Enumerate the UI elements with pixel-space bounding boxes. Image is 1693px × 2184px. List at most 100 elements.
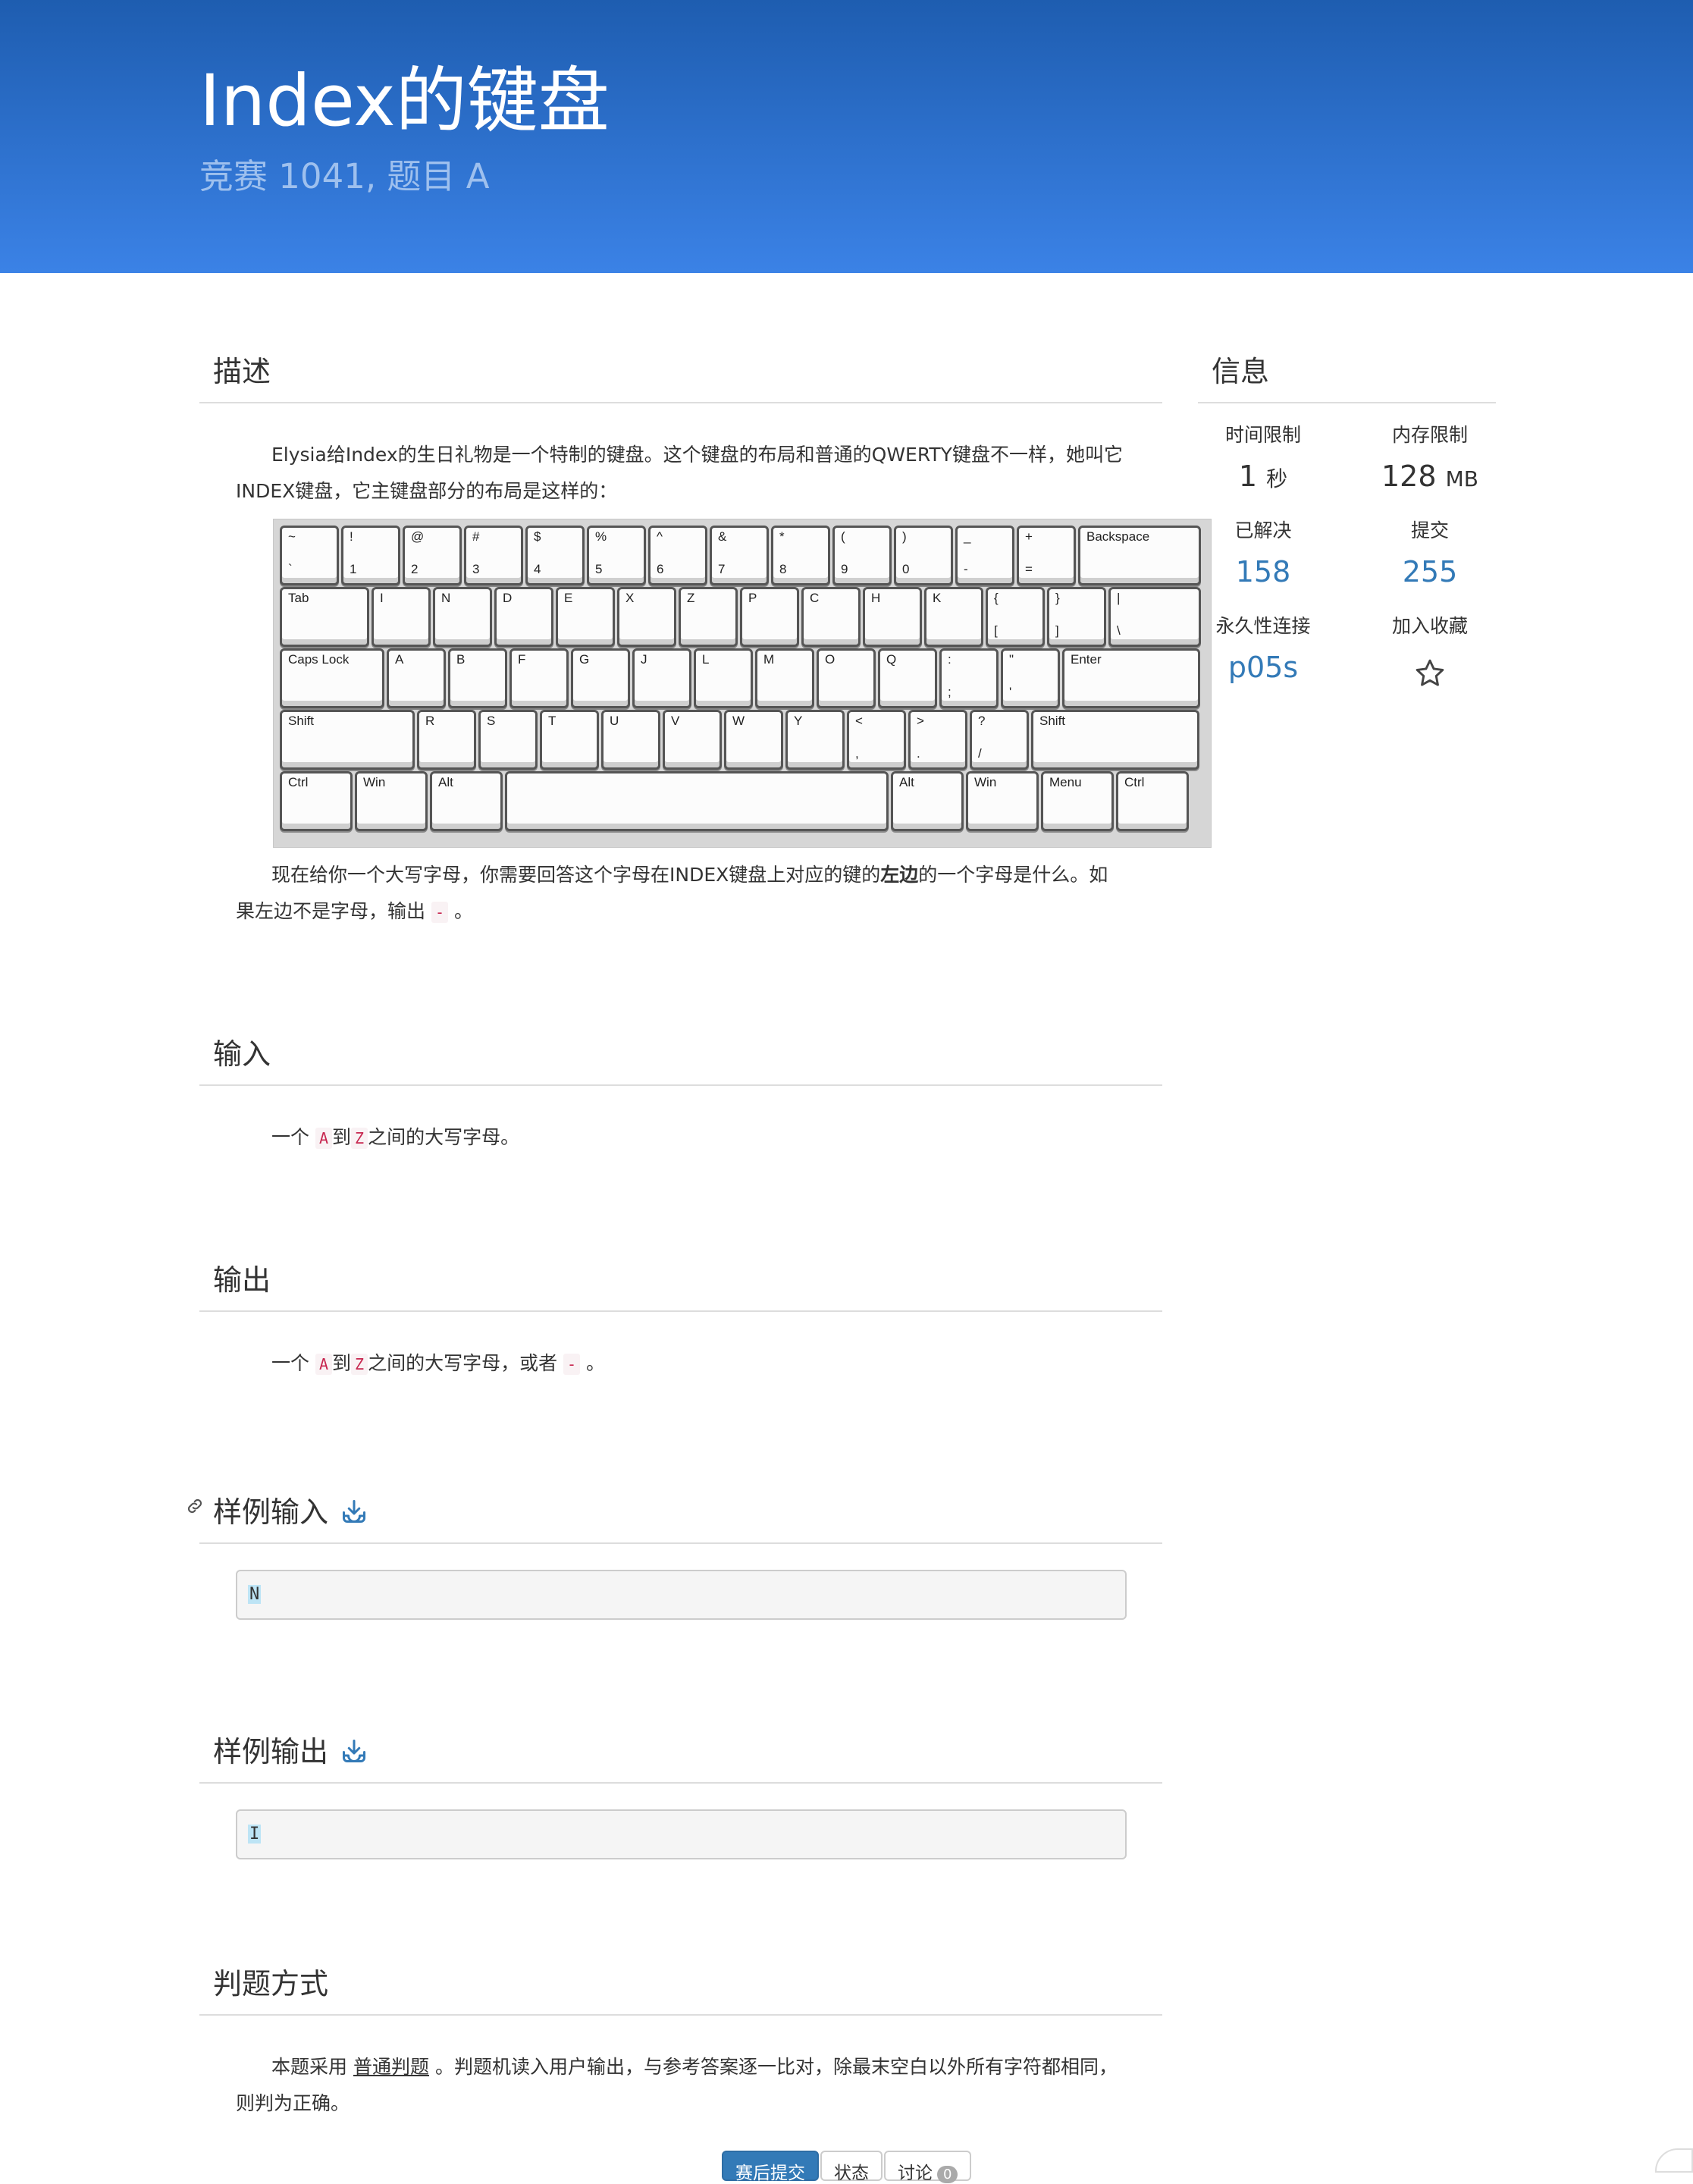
keyboard-key: L xyxy=(694,648,753,708)
permalink-link[interactable]: p05s xyxy=(1187,651,1339,684)
keyboard-key: Alt xyxy=(891,771,964,831)
section-title-text: 样例输入 xyxy=(213,1495,329,1529)
key-top-label: Shift xyxy=(1039,714,1066,728)
keyboard-key: ~ ` xyxy=(280,526,339,585)
key-top-label: F xyxy=(518,652,526,667)
keyboard-key: V xyxy=(663,710,722,770)
keyboard-key xyxy=(505,771,889,831)
key-bottom-label: 2 xyxy=(411,562,419,576)
output-text: 到 xyxy=(332,1352,352,1374)
key-bottom-label: 6 xyxy=(657,562,664,576)
key-bottom-label: 9 xyxy=(841,562,848,576)
keyboard-key: D xyxy=(494,587,553,647)
key-bottom-label: ` xyxy=(288,562,293,576)
key-top-label: H xyxy=(871,591,881,605)
section-title: 样例输入 xyxy=(213,1489,368,1530)
download-icon[interactable] xyxy=(340,1737,368,1765)
key-top-label: W xyxy=(732,714,745,728)
time-limit-label: 时间限制 xyxy=(1224,424,1301,446)
keyboard-key: }] xyxy=(1047,587,1106,647)
keyboard-key: Menu xyxy=(1041,771,1114,831)
section-title-text: 样例输出 xyxy=(213,1735,329,1768)
inline-code: Z xyxy=(351,1128,368,1149)
key-top-label: ) xyxy=(902,529,907,544)
keyboard-key: O xyxy=(817,648,876,708)
key-top-label: C xyxy=(810,591,820,605)
key-top-label: U xyxy=(610,714,619,728)
key-top-label: Ctrl xyxy=(1124,775,1145,789)
submit-count-link[interactable]: 255 xyxy=(1354,555,1506,588)
keyboard-key: $4 xyxy=(525,526,585,585)
key-top-label: L xyxy=(702,652,710,667)
keyboard-key: S xyxy=(478,710,538,770)
solved-label: 已解决 xyxy=(1234,519,1292,541)
sample-output-box: I xyxy=(236,1809,1127,1859)
key-top-label: Alt xyxy=(438,775,453,789)
keyboard-key: <, xyxy=(847,710,906,770)
key-bottom-label: 0 xyxy=(902,562,910,576)
key-top-label: ? xyxy=(978,714,986,728)
key-top-label: $ xyxy=(534,529,541,544)
key-top-label: Y xyxy=(794,714,803,728)
output-text: 。 xyxy=(586,1352,606,1374)
key-top-label: G xyxy=(579,652,590,667)
discuss-button[interactable]: 讨论 0 xyxy=(884,2151,972,2183)
keyboard-key: P xyxy=(740,587,799,647)
info-heading: 信息 xyxy=(1198,350,1496,403)
scroll-top-tab[interactable] xyxy=(1655,2148,1693,2173)
key-top-label: * xyxy=(779,529,785,544)
key-bottom-label: \ xyxy=(1117,623,1121,638)
keyboard-key: Backspace xyxy=(1078,526,1201,585)
inline-code: - xyxy=(563,1354,581,1375)
star-icon[interactable] xyxy=(1413,657,1447,690)
status-button[interactable]: 状态 xyxy=(820,2151,883,2183)
inline-code: A xyxy=(315,1128,333,1149)
key-top-label: Menu xyxy=(1049,775,1082,789)
keyboard-layout-image: ~ `! 1 @2 #3 $4% 5 ^ 6 & 7 * 8(9) 0 _ - + = Backspace Tab I N… xyxy=(273,519,1212,848)
section-title: 输出 xyxy=(213,1263,271,1297)
section-sample-output-heading: 样例输出 xyxy=(199,1727,1162,1784)
keyboard-key: Ctrl xyxy=(280,771,353,831)
download-icon[interactable] xyxy=(340,1498,368,1525)
keyboard-key: M xyxy=(755,648,814,708)
key-top-label: T xyxy=(548,714,556,728)
key-top-label: A xyxy=(395,652,404,667)
keyboard-key: ) 0 xyxy=(894,526,953,585)
section-sample-input-heading: 样例输入 xyxy=(199,1488,1162,1544)
key-top-label: # xyxy=(472,529,480,544)
section-title: 输入 xyxy=(213,1037,271,1071)
solved-count-link[interactable]: 158 xyxy=(1187,555,1339,588)
inline-code: Z xyxy=(351,1354,368,1375)
key-top-label: V xyxy=(671,714,680,728)
key-top-label: Ctrl xyxy=(288,775,309,789)
sample-output-text: I xyxy=(248,1825,262,1844)
key-bottom-label: - xyxy=(964,562,968,576)
judge-type-link[interactable]: 普通判题 xyxy=(353,2056,429,2078)
keyboard-key: B xyxy=(448,648,507,708)
key-bottom-label: ] xyxy=(1055,623,1059,638)
keyboard-key: Win xyxy=(355,771,428,831)
keyboard-key: (9 xyxy=(832,526,892,585)
keyboard-key: % 5 xyxy=(587,526,646,585)
key-top-label: R xyxy=(425,714,435,728)
post-contest-submit-button[interactable]: 赛后提交 xyxy=(722,2151,819,2183)
time-limit-number: 1 xyxy=(1238,460,1258,493)
key-top-label: _ xyxy=(964,529,971,544)
keyboard-key: >. xyxy=(908,710,967,770)
keyboard-key: C xyxy=(801,587,861,647)
keyboard-key: Caps Lock xyxy=(280,648,384,708)
keyboard-key: @2 xyxy=(403,526,462,585)
keyboard-key: & 7 xyxy=(710,526,769,585)
section-title: 判题方式 xyxy=(213,1967,329,2000)
keyboard-key: Shift xyxy=(1031,710,1199,770)
keyboard-key: Tab xyxy=(280,587,369,647)
key-top-label: K xyxy=(933,591,942,605)
key-top-label: ^ xyxy=(657,529,663,544)
keyboard-key: F xyxy=(509,648,569,708)
key-top-label: Alt xyxy=(899,775,914,789)
keyboard-key: Ctrl xyxy=(1116,771,1189,831)
description-text: Elysia给Index的生日礼物是一个特制的键盘。这个键盘的布局和普通的QWE… xyxy=(236,444,1123,502)
keyboard-key: * 8 xyxy=(771,526,830,585)
key-bottom-label: 5 xyxy=(595,562,603,576)
key-bottom-label: ; xyxy=(948,685,952,699)
